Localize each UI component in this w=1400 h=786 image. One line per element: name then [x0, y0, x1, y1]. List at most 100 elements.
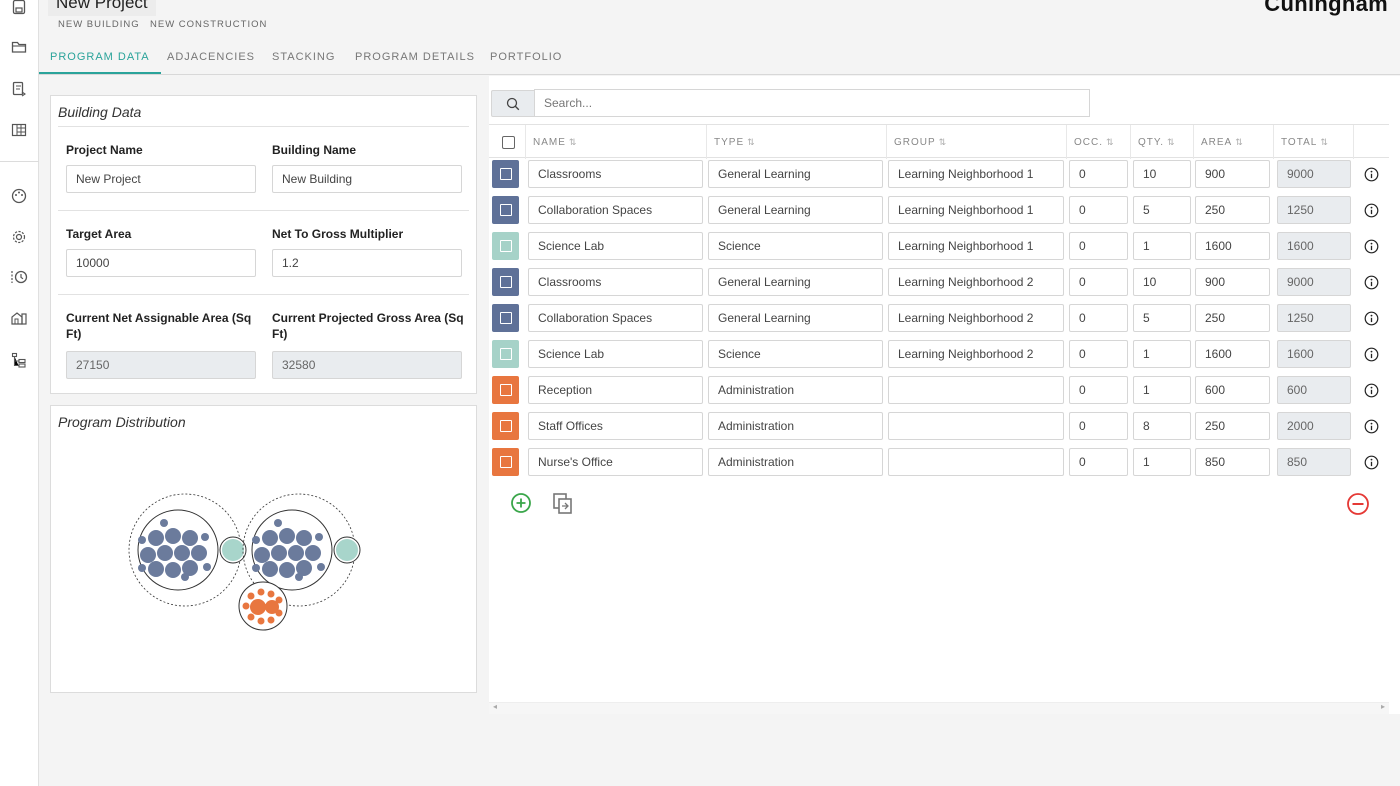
tree-icon[interactable] [9, 350, 29, 370]
name-cell[interactable]: Science Lab [528, 340, 703, 368]
area-cell[interactable]: 1600 [1195, 340, 1270, 368]
group-cell[interactable]: Learning Neighborhood 1 [888, 160, 1064, 188]
column-header-name[interactable]: NAME ⇅ [525, 125, 706, 159]
color-swatch-button[interactable] [492, 448, 519, 476]
info-icon[interactable] [1364, 239, 1379, 254]
tab-program-data[interactable]: PROGRAM DATA [39, 51, 161, 74]
tab-stacking[interactable]: STACKING [272, 51, 335, 72]
tab-adjacencies[interactable]: ADJACENCIES [167, 51, 255, 72]
group-cell[interactable] [888, 448, 1064, 476]
area-cell[interactable]: 250 [1195, 196, 1270, 224]
qty-cell[interactable]: 5 [1133, 196, 1191, 224]
qty-cell[interactable]: 1 [1133, 232, 1191, 260]
color-swatch-button[interactable] [492, 268, 519, 296]
project-title[interactable]: New Project [48, 0, 156, 16]
net-to-gross-input[interactable]: 1.2 [272, 249, 462, 277]
qty-cell[interactable]: 10 [1133, 160, 1191, 188]
group-cell[interactable] [888, 412, 1064, 440]
layout-icon[interactable] [9, 120, 29, 140]
column-header-area[interactable]: AREA ⇅ [1193, 125, 1273, 159]
info-icon[interactable] [1364, 167, 1379, 182]
column-header-total[interactable]: TOTAL ⇅ [1273, 125, 1353, 159]
type-cell[interactable]: General Learning [708, 196, 883, 224]
type-cell[interactable]: General Learning [708, 160, 883, 188]
column-header-type[interactable]: TYPE ⇅ [706, 125, 886, 159]
type-cell[interactable]: Science [708, 340, 883, 368]
area-cell[interactable]: 850 [1195, 448, 1270, 476]
qty-cell[interactable]: 8 [1133, 412, 1191, 440]
color-swatch-button[interactable] [492, 340, 519, 368]
column-header-occ[interactable]: OCC. ⇅ [1066, 125, 1130, 159]
qty-cell[interactable]: 1 [1133, 376, 1191, 404]
info-icon[interactable] [1364, 383, 1379, 398]
area-cell[interactable]: 900 [1195, 268, 1270, 296]
color-swatch-button[interactable] [492, 196, 519, 224]
area-cell[interactable]: 600 [1195, 376, 1270, 404]
color-swatch-button[interactable] [492, 376, 519, 404]
tab-portfolio[interactable]: PORTFOLIO [490, 51, 562, 72]
name-cell[interactable]: Collaboration Spaces [528, 196, 703, 224]
color-swatch-button[interactable] [492, 232, 519, 260]
type-cell[interactable]: Administration [708, 412, 883, 440]
target-area-input[interactable]: 10000 [66, 249, 256, 277]
qty-cell[interactable]: 5 [1133, 304, 1191, 332]
name-cell[interactable]: Collaboration Spaces [528, 304, 703, 332]
info-icon[interactable] [1364, 275, 1379, 290]
color-swatch-button[interactable] [492, 160, 519, 188]
type-cell[interactable]: Science [708, 232, 883, 260]
select-all-checkbox[interactable] [502, 136, 515, 149]
settings-icon[interactable] [9, 227, 29, 247]
occ-cell[interactable]: 0 [1069, 448, 1128, 476]
copy-icon[interactable] [552, 492, 574, 516]
search-button[interactable] [491, 90, 535, 117]
area-cell[interactable]: 1600 [1195, 232, 1270, 260]
type-cell[interactable]: Administration [708, 376, 883, 404]
occ-cell[interactable]: 0 [1069, 304, 1128, 332]
qty-cell[interactable]: 10 [1133, 268, 1191, 296]
type-cell[interactable]: General Learning [708, 304, 883, 332]
qty-cell[interactable]: 1 [1133, 448, 1191, 476]
folder-icon[interactable] [9, 37, 29, 57]
horizontal-scrollbar[interactable]: ◂ ▸ [489, 702, 1389, 714]
info-icon[interactable] [1364, 419, 1379, 434]
occ-cell[interactable]: 0 [1069, 196, 1128, 224]
occ-cell[interactable]: 0 [1069, 268, 1128, 296]
name-cell[interactable]: Reception [528, 376, 703, 404]
type-cell[interactable]: General Learning [708, 268, 883, 296]
name-cell[interactable]: Classrooms [528, 160, 703, 188]
area-cell[interactable]: 900 [1195, 160, 1270, 188]
name-cell[interactable]: Nurse's Office [528, 448, 703, 476]
area-cell[interactable]: 250 [1195, 412, 1270, 440]
info-icon[interactable] [1364, 203, 1379, 218]
info-icon[interactable] [1364, 455, 1379, 470]
color-swatch-button[interactable] [492, 412, 519, 440]
area-cell[interactable]: 250 [1195, 304, 1270, 332]
qty-cell[interactable]: 1 [1133, 340, 1191, 368]
color-swatch-button[interactable] [492, 304, 519, 332]
occ-cell[interactable]: 0 [1069, 376, 1128, 404]
search-input[interactable]: Search... [534, 89, 1090, 117]
group-cell[interactable] [888, 376, 1064, 404]
group-cell[interactable]: Learning Neighborhood 2 [888, 340, 1064, 368]
occ-cell[interactable]: 0 [1069, 412, 1128, 440]
occ-cell[interactable]: 0 [1069, 160, 1128, 188]
minus-circle-icon[interactable] [1346, 492, 1370, 516]
save-icon[interactable] [9, 0, 29, 17]
group-cell[interactable]: Learning Neighborhood 2 [888, 268, 1064, 296]
plus-circle-icon[interactable] [510, 492, 532, 514]
project-name-input[interactable]: New Project [66, 165, 256, 193]
occ-cell[interactable]: 0 [1069, 232, 1128, 260]
palette-icon[interactable] [9, 186, 29, 206]
group-cell[interactable]: Learning Neighborhood 1 [888, 232, 1064, 260]
type-cell[interactable]: Administration [708, 448, 883, 476]
name-cell[interactable]: Science Lab [528, 232, 703, 260]
tab-program-details[interactable]: PROGRAM DETAILS [355, 51, 475, 72]
group-cell[interactable]: Learning Neighborhood 1 [888, 196, 1064, 224]
occ-cell[interactable]: 0 [1069, 340, 1128, 368]
building-name-input[interactable]: New Building [272, 165, 462, 193]
column-header-qty[interactable]: QTY. ⇅ [1130, 125, 1193, 159]
column-header-group[interactable]: GROUP ⇅ [886, 125, 1066, 159]
name-cell[interactable]: Staff Offices [528, 412, 703, 440]
scroll-left-icon[interactable]: ◂ [493, 702, 497, 711]
group-cell[interactable]: Learning Neighborhood 2 [888, 304, 1064, 332]
